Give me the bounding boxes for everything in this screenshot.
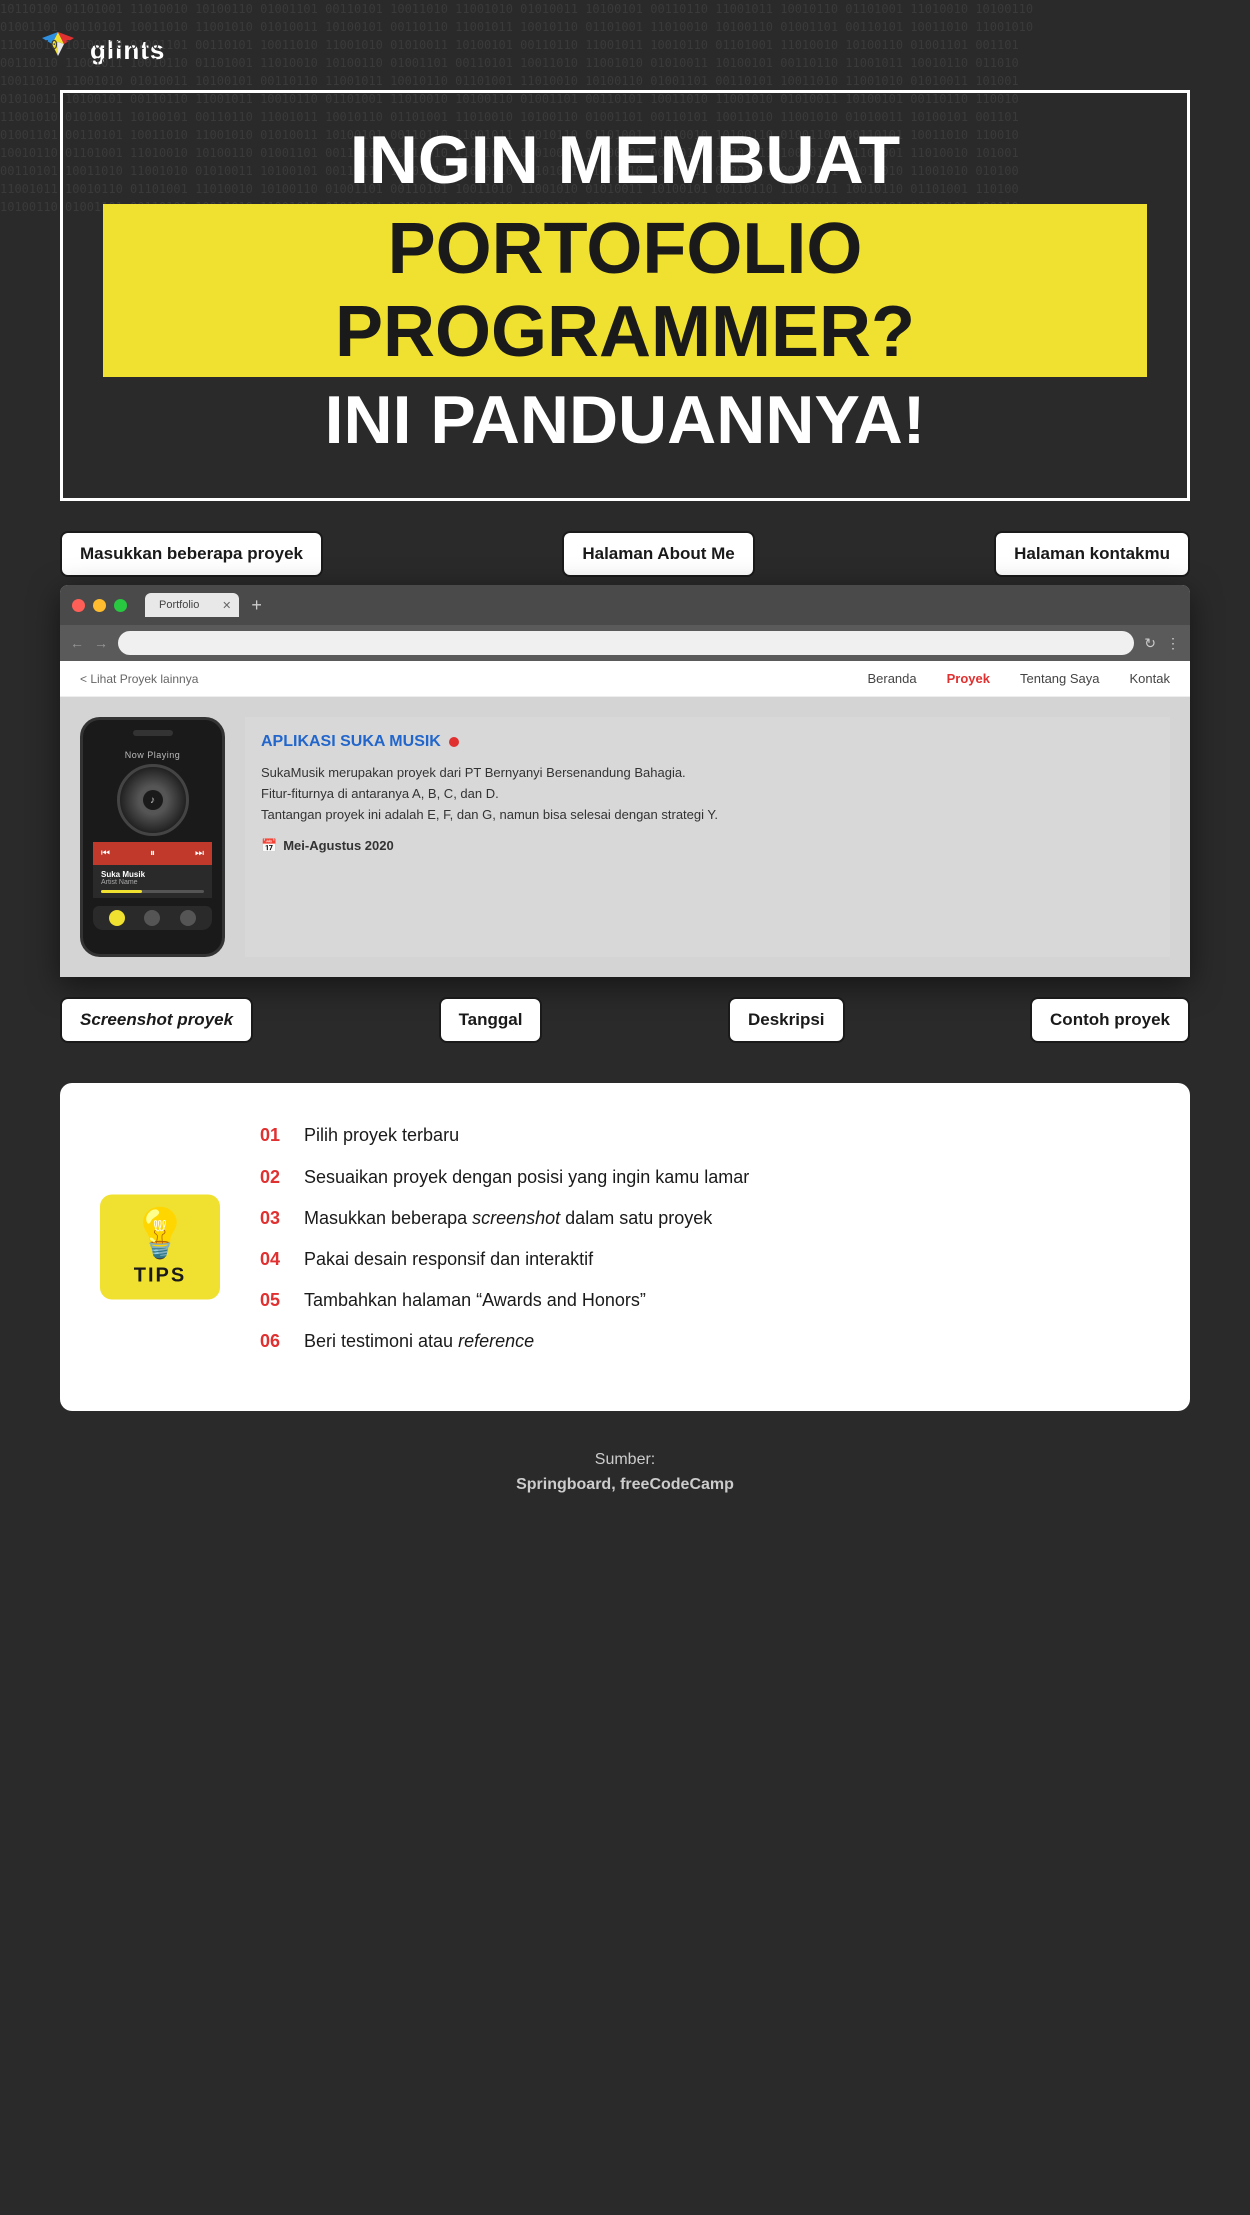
tips-num-1: 01	[260, 1123, 288, 1148]
tab-title: Portfolio	[159, 599, 199, 611]
tips-list: 01 Pilih proyek terbaru 02 Sesuaikan pro…	[260, 1123, 1140, 1354]
prev-btn[interactable]: ⏮	[101, 848, 110, 859]
nav-beranda[interactable]: Beranda	[867, 671, 916, 686]
footer-sources: Springboard, freeCodeCamp	[516, 1476, 734, 1493]
tab-new-icon[interactable]: +	[251, 595, 262, 616]
project-desc1: SukaMusik merupakan proyek dari PT Berny…	[261, 765, 686, 780]
bottom-dot-1	[109, 910, 125, 926]
phone-mockup: Now Playing ♪ ⏮ ⏸ ⏭ Suka Musik Artist Na…	[80, 717, 225, 957]
progress-fill	[101, 890, 142, 893]
calendar-icon: 📅	[261, 838, 277, 854]
browser-tab[interactable]: Portfolio ✕	[145, 593, 239, 617]
tips-badge: 💡 TIPS	[100, 1194, 220, 1299]
song-info: Suka Musik Artist Name	[93, 865, 212, 898]
tips-item-1: 01 Pilih proyek terbaru	[260, 1123, 1140, 1148]
tab-close-icon[interactable]: ✕	[222, 599, 231, 612]
tips-item-2: 02 Sesuaikan proyek dengan posisi yang i…	[260, 1165, 1140, 1190]
nav-back-link[interactable]: < Lihat Proyek lainnya	[80, 672, 198, 686]
tips-item-6: 06 Beri testimoni atau reference	[260, 1329, 1140, 1354]
tips-section: 💡 TIPS 01 Pilih proyek terbaru 02 Sesuai…	[60, 1083, 1190, 1410]
tips-item-4: 04 Pakai desain responsif dan interaktif	[260, 1247, 1140, 1272]
play-btn[interactable]: ⏸	[150, 848, 155, 859]
browser-urlbar: ← → ↻ ⋮	[60, 625, 1190, 661]
tips-text-6: Beri testimoni atau reference	[304, 1329, 1140, 1354]
callout-date: Tanggal	[439, 997, 543, 1043]
browser-dot-green[interactable]	[114, 599, 127, 612]
browser-dot-yellow[interactable]	[93, 599, 106, 612]
phone-notch	[133, 730, 173, 736]
progress-bar	[101, 890, 204, 893]
hero-title-line1: INGIN MEMBUAT	[103, 123, 1147, 198]
project-description: APLIKASI SUKA MUSIK SukaMusik merupakan …	[245, 717, 1170, 957]
hero-title-line3: INI PANDUANNYA!	[103, 383, 1147, 458]
song-title: Suka Musik	[101, 870, 204, 879]
phone-screen: Now Playing ♪ ⏮ ⏸ ⏭ Suka Musik Artist Na…	[93, 744, 212, 930]
project-title-text: APLIKASI SUKA MUSIK	[261, 733, 441, 751]
song-sub: Artist Name	[101, 879, 204, 886]
project-status-dot	[449, 737, 459, 747]
music-controls-bar: ⏮ ⏸ ⏭	[93, 842, 212, 865]
nav-proyek[interactable]: Proyek	[947, 671, 990, 686]
tips-text-1: Pilih proyek terbaru	[304, 1123, 1140, 1148]
footer-label: Sumber:	[0, 1447, 1250, 1473]
callout-projects: Masukkan beberapa proyek	[60, 531, 323, 577]
tips-num-5: 05	[260, 1288, 288, 1313]
project-title: APLIKASI SUKA MUSIK	[261, 733, 1154, 751]
browser-topbar: Portfolio ✕ +	[60, 585, 1190, 625]
project-desc2: Fitur-fiturnya di antaranya A, B, C, dan…	[261, 786, 499, 801]
callout-screenshot: Screenshot proyek	[60, 997, 253, 1043]
tips-label: TIPS	[134, 1264, 186, 1287]
back-arrow-icon[interactable]: ←	[70, 635, 84, 651]
next-btn[interactable]: ⏭	[195, 848, 204, 859]
top-callouts: Masukkan beberapa proyek Halaman About M…	[0, 531, 1250, 577]
site-nav: < Lihat Proyek lainnya Beranda Proyek Te…	[60, 661, 1190, 697]
project-date-text: Mei-Agustus 2020	[283, 838, 394, 853]
tips-text-5: Tambahkan halaman “Awards and Honors”	[304, 1288, 1140, 1313]
nav-links: Beranda Proyek Tentang Saya Kontak	[867, 671, 1170, 686]
tips-num-6: 06	[260, 1329, 288, 1354]
hero-title-line2: PORTOFOLIO PROGRAMMER?	[103, 204, 1147, 378]
project-date: 📅 Mei-Agustus 2020	[261, 838, 1154, 854]
callout-screenshot-text: Screenshot proyek	[80, 1010, 233, 1029]
bottom-callouts: Screenshot proyek Tanggal Deskripsi Cont…	[0, 997, 1250, 1043]
tips-text-4: Pakai desain responsif dan interaktif	[304, 1247, 1140, 1272]
nav-tentang[interactable]: Tentang Saya	[1020, 671, 1100, 686]
album-art-inner: ♪	[143, 790, 163, 810]
forward-arrow-icon[interactable]: →	[94, 635, 108, 651]
tips-item-5: 05 Tambahkan halaman “Awards and Honors”	[260, 1288, 1140, 1313]
refresh-icon[interactable]: ↻	[1144, 635, 1156, 652]
callout-desc: Deskripsi	[728, 997, 845, 1043]
tips-text-2: Sesuaikan proyek dengan posisi yang ingi…	[304, 1165, 1140, 1190]
phone-bottom-nav	[93, 906, 212, 930]
callout-contact: Halaman kontakmu	[994, 531, 1190, 577]
url-field[interactable]	[118, 631, 1134, 655]
hero-border: INGIN MEMBUAT PORTOFOLIO PROGRAMMER? INI…	[60, 90, 1190, 501]
tips-item-3: 03 Masukkan beberapa screenshot dalam sa…	[260, 1206, 1140, 1231]
bottom-dot-3	[180, 910, 196, 926]
website-content: < Lihat Proyek lainnya Beranda Proyek Te…	[60, 661, 1190, 977]
nav-kontak[interactable]: Kontak	[1130, 671, 1170, 686]
browser-window: Portfolio ✕ + ← → ↻ ⋮ < Lihat Proyek lai…	[60, 585, 1190, 977]
tips-num-2: 02	[260, 1165, 288, 1190]
project-desc3: Tantangan proyek ini adalah E, F, dan G,…	[261, 807, 718, 822]
footer: Sumber: Springboard, freeCodeCamp	[0, 1411, 1250, 1522]
album-art: ♪	[117, 764, 189, 836]
tips-num-4: 04	[260, 1247, 288, 1272]
hero-section: INGIN MEMBUAT PORTOFOLIO PROGRAMMER? INI…	[0, 90, 1250, 501]
callout-example: Contoh proyek	[1030, 997, 1190, 1043]
now-playing-label: Now Playing	[93, 744, 212, 764]
bottom-dot-2	[144, 910, 160, 926]
bulb-icon: 💡	[130, 1210, 190, 1258]
browser-section: Portfolio ✕ + ← → ↻ ⋮ < Lihat Proyek lai…	[0, 585, 1250, 977]
browser-dot-red[interactable]	[72, 599, 85, 612]
callout-about: Halaman About Me	[562, 531, 754, 577]
menu-icon[interactable]: ⋮	[1166, 635, 1180, 652]
project-area: Now Playing ♪ ⏮ ⏸ ⏭ Suka Musik Artist Na…	[60, 697, 1190, 977]
project-desc: SukaMusik merupakan proyek dari PT Berny…	[261, 763, 1154, 825]
tips-text-3: Masukkan beberapa screenshot dalam satu …	[304, 1206, 1140, 1231]
tips-num-3: 03	[260, 1206, 288, 1231]
